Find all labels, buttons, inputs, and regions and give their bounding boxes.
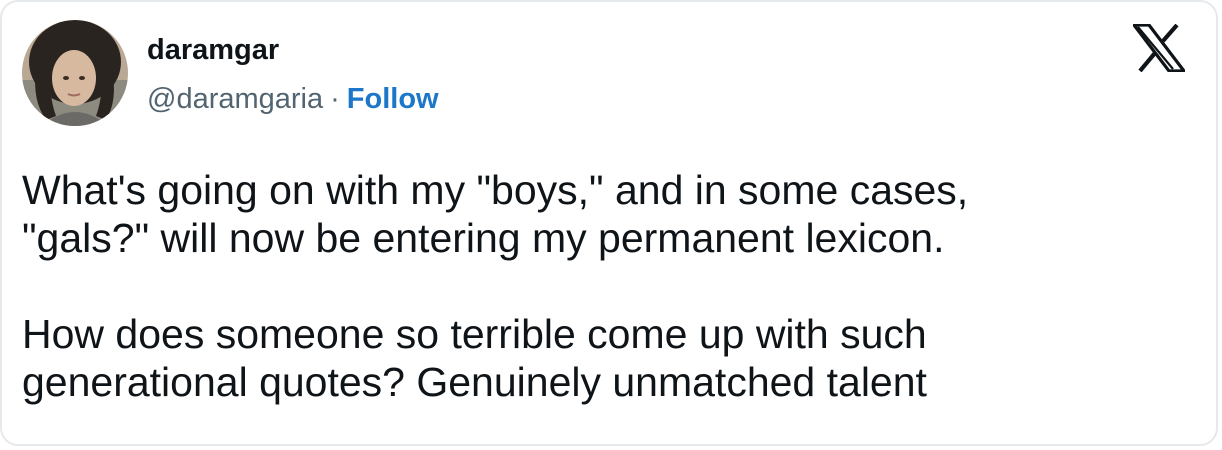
separator-dot: · [330, 83, 340, 115]
avatar-image [22, 20, 128, 126]
tweet-paragraph: What's going on with my "boys," and in s… [22, 167, 969, 261]
tweet-card: daramgar @daramgaria · Follow What's going… [0, 0, 1218, 446]
tweet-paragraph: How does someone so terrible come up wit… [22, 311, 927, 405]
avatar[interactable] [22, 20, 128, 126]
tweet-body: What's going on with my "boys," and in s… [22, 166, 1172, 406]
author-handle-row: @daramgaria · Follow [147, 82, 439, 116]
follow-link[interactable]: Follow [347, 83, 439, 115]
author-display-name[interactable]: daramgar [147, 33, 279, 67]
x-logo-icon[interactable] [1133, 24, 1185, 72]
author-handle[interactable]: @daramgaria [147, 83, 323, 115]
